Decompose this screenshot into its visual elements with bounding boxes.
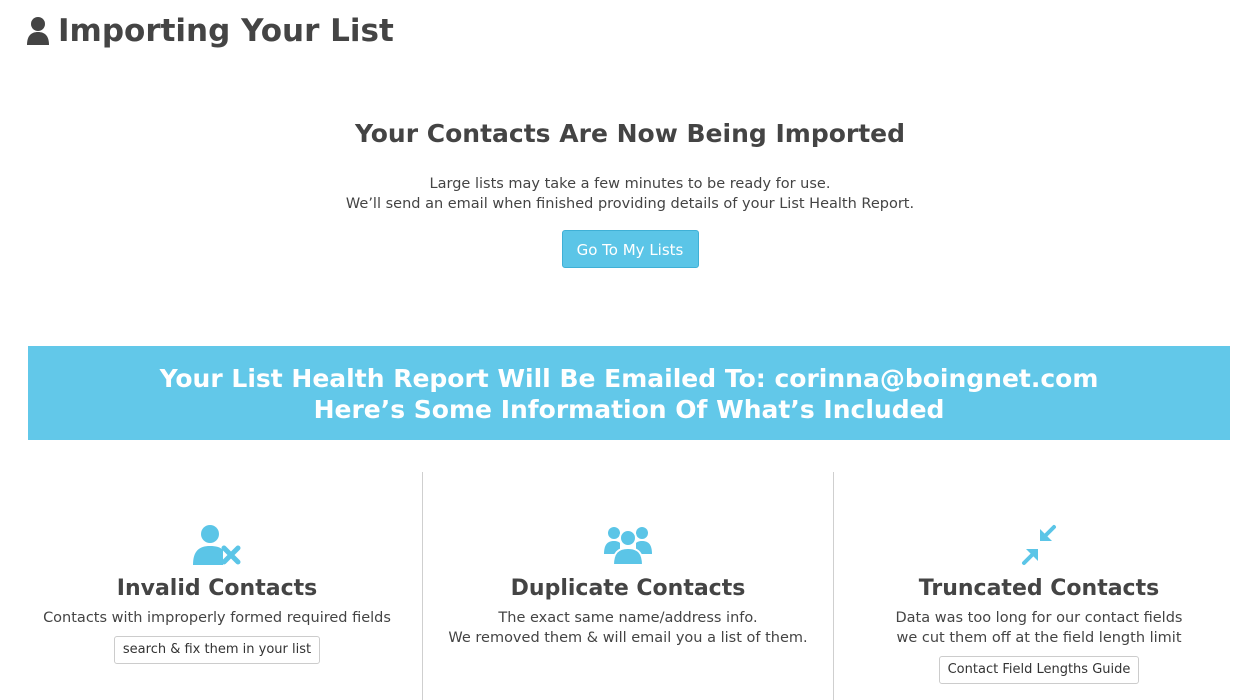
feature-description-line: We removed them & will email you a list …	[448, 630, 808, 646]
import-message-line1: Large lists may take a few minutes to be…	[429, 176, 831, 192]
invalid-user-icon	[192, 524, 242, 566]
banner-info-line: Here’s Some Information Of What’s Includ…	[313, 395, 945, 424]
feature-description-line: we cut them off at the field length limi…	[896, 630, 1182, 646]
go-to-my-lists-button[interactable]: Go To My Lists	[561, 230, 699, 268]
search-fix-button[interactable]: search & fix them in your list	[113, 636, 321, 664]
feature-description: The exact same name/address info. We rem…	[423, 608, 833, 648]
feature-description: Contacts with improperly formed required…	[12, 608, 422, 628]
import-message-line2: We’ll send an email when finished provid…	[345, 196, 915, 212]
feature-invalid-contacts: Invalid Contacts Contacts with improperl…	[12, 472, 422, 700]
user-icon	[26, 16, 50, 46]
users-group-icon	[603, 524, 653, 566]
feature-description: Data was too long for our contact fields…	[834, 608, 1244, 648]
compress-arrows-icon	[1014, 524, 1064, 566]
feature-description-line: Contacts with improperly formed required…	[43, 610, 391, 626]
page-header: Importing Your List	[26, 12, 394, 50]
feature-description-line: Data was too long for our contact fields	[895, 610, 1183, 626]
feature-duplicate-contacts: Duplicate Contacts The exact same name/a…	[422, 472, 833, 700]
feature-title: Duplicate Contacts	[510, 576, 746, 601]
contact-field-lengths-guide-button[interactable]: Contact Field Lengths Guide	[938, 656, 1140, 684]
import-heading: Your Contacts Are Now Being Imported	[354, 119, 906, 148]
health-report-banner: Your List Health Report Will Be Emailed …	[28, 346, 1230, 440]
feature-title: Truncated Contacts	[918, 576, 1160, 601]
feature-description-line: The exact same name/address info.	[498, 610, 758, 626]
report-features: Invalid Contacts Contacts with improperl…	[12, 472, 1244, 700]
feature-truncated-contacts: Truncated Contacts Data was too long for…	[833, 472, 1244, 700]
banner-email-line: Your List Health Report Will Be Emailed …	[159, 364, 1099, 393]
page: Importing Your List Your Contacts Are No…	[0, 0, 1260, 700]
import-status-section: Your Contacts Are Now Being Imported Lar…	[0, 114, 1260, 268]
page-title: Importing Your List	[58, 13, 394, 49]
feature-title: Invalid Contacts	[116, 576, 318, 601]
import-message: Large lists may take a few minutes to be…	[0, 174, 1260, 214]
